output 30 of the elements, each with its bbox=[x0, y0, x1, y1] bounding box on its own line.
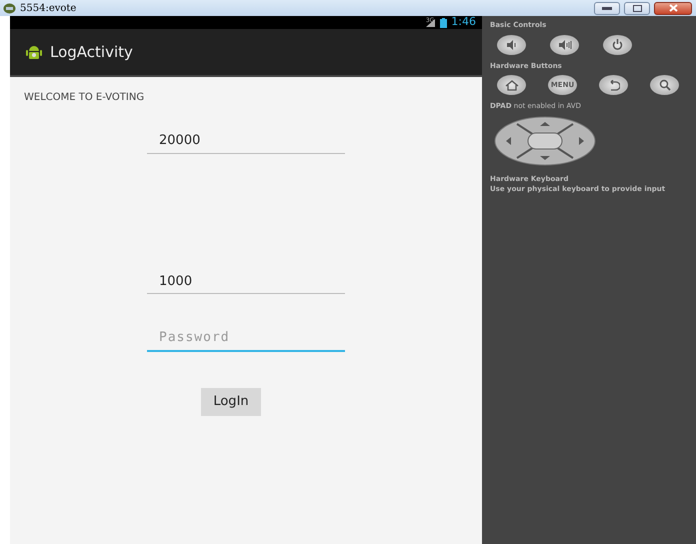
dpad-drawing[interactable] bbox=[494, 116, 596, 166]
minimize-icon bbox=[602, 6, 612, 10]
maximize-button[interactable] bbox=[624, 2, 650, 14]
back-icon bbox=[608, 80, 620, 90]
input-field[interactable]: Password bbox=[147, 328, 345, 352]
android-icon bbox=[26, 44, 42, 60]
search-button[interactable] bbox=[650, 75, 679, 95]
app-title: LogActivity bbox=[50, 42, 133, 63]
close-icon bbox=[668, 4, 678, 12]
battery-icon bbox=[440, 18, 448, 28]
close-button[interactable] bbox=[654, 2, 692, 14]
input-field[interactable]: 20000 bbox=[147, 131, 345, 154]
volume-down-icon bbox=[506, 40, 518, 50]
emulator-icon bbox=[3, 2, 16, 14]
status-time: 1:46 bbox=[451, 14, 476, 30]
volume-up-button[interactable] bbox=[550, 34, 579, 54]
power-button[interactable] bbox=[603, 34, 632, 54]
welcome-text: WELCOME TO E-VOTING bbox=[24, 91, 146, 105]
input-field[interactable]: 1000 bbox=[147, 272, 345, 294]
power-icon bbox=[612, 39, 623, 50]
login-button[interactable]: LogIn bbox=[201, 388, 261, 416]
maximize-icon bbox=[632, 4, 642, 12]
minimize-button[interactable] bbox=[594, 2, 620, 14]
back-button[interactable] bbox=[599, 75, 628, 95]
volume-down-button[interactable] bbox=[497, 34, 526, 54]
volume-up-icon bbox=[558, 40, 572, 50]
home-icon bbox=[504, 80, 518, 90]
window-title: 5554:evote bbox=[20, 2, 76, 16]
search-icon bbox=[658, 79, 670, 91]
home-button[interactable] bbox=[497, 75, 526, 95]
